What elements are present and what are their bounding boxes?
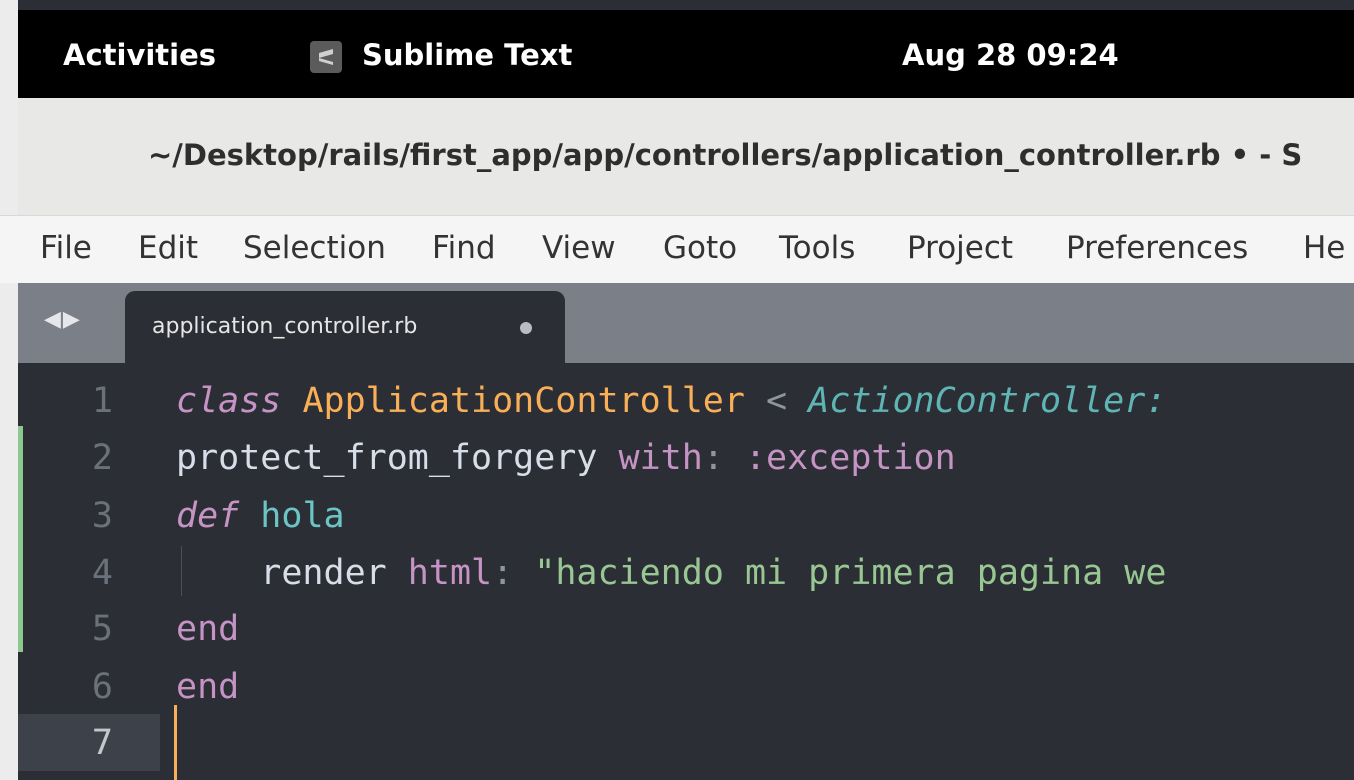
- code-line[interactable]: 5 end: [18, 601, 1354, 657]
- unsaved-dot-icon[interactable]: [520, 322, 532, 334]
- desktop-edge: [0, 0, 18, 780]
- window-title: ~/Desktop/rails/first_app/app/controller…: [148, 138, 1303, 172]
- code-token: ApplicationController: [302, 381, 745, 421]
- code-token: protect_from_forgery: [176, 438, 619, 478]
- code-token: html: [407, 553, 493, 593]
- line-number: 4: [91, 553, 113, 593]
- code-token: <: [744, 381, 809, 421]
- code-text: end: [176, 659, 239, 715]
- menu-project[interactable]: Project: [907, 230, 1013, 266]
- menu-selection[interactable]: Selection: [243, 230, 386, 266]
- app-menu-button[interactable]: Sublime Text: [310, 38, 573, 73]
- tab-label: application_controller.rb: [152, 314, 418, 339]
- line-number: 3: [91, 496, 113, 536]
- line-number: 2: [91, 438, 113, 478]
- clock[interactable]: Aug 28 09:24: [902, 38, 1119, 72]
- line-number: 7: [91, 723, 113, 763]
- line-number: 5: [91, 609, 113, 649]
- code-line[interactable]: 3 def hola: [18, 488, 1354, 544]
- code-line[interactable]: 4 render html: "haciendo mi primera pagi…: [18, 545, 1354, 601]
- menu-file[interactable]: File: [40, 230, 92, 266]
- code-token: with: [618, 438, 703, 478]
- text-cursor: [174, 705, 177, 780]
- code-token: hola: [260, 496, 345, 536]
- code-line[interactable]: 1 class ApplicationController < ActionCon…: [18, 373, 1354, 429]
- code-text: protect_from_forgery with: :exception: [176, 430, 956, 486]
- code-token: end: [176, 609, 240, 649]
- tab-nav-arrows-icon[interactable]: ◀▶: [44, 307, 82, 332]
- app-name: Sublime Text: [362, 38, 573, 72]
- tab-application-controller[interactable]: application_controller.rb: [125, 291, 565, 363]
- menu-help[interactable]: He: [1303, 230, 1345, 266]
- code-line[interactable]: 7: [18, 715, 1354, 771]
- tab-bar: ◀▶ application_controller.rb: [18, 283, 1354, 363]
- screen: Activities Sublime Text Aug 28 09:24 ~/D…: [0, 0, 1354, 780]
- code-token: :: [702, 438, 745, 478]
- code-text: def hola: [176, 488, 345, 544]
- code-text: render html: "haciendo mi primera pagina…: [176, 545, 1166, 601]
- code-token: render: [176, 553, 408, 593]
- code-editor[interactable]: 1 class ApplicationController < ActionCon…: [18, 363, 1354, 780]
- line-number: 1: [91, 381, 113, 421]
- code-token: "haciendo mi primera pagina we: [534, 553, 1167, 593]
- line-number: 6: [91, 667, 113, 707]
- code-token: :exception: [744, 438, 956, 478]
- menu-goto[interactable]: Goto: [663, 230, 737, 266]
- code-token: end: [176, 667, 240, 707]
- code-text: end: [176, 601, 239, 657]
- code-line[interactable]: 2 protect_from_forgery with: :exception: [18, 430, 1354, 486]
- sublime-text-icon: [310, 41, 342, 73]
- code-text: class ApplicationController < ActionCont…: [176, 373, 1166, 429]
- window-title-bar[interactable]: ~/Desktop/rails/first_app/app/controller…: [18, 98, 1354, 215]
- activities-button[interactable]: Activities: [63, 38, 216, 72]
- code-token: class: [176, 381, 282, 421]
- code-token: ActionController:: [808, 381, 1167, 421]
- menu-tools[interactable]: Tools: [779, 230, 855, 266]
- menu-find[interactable]: Find: [432, 230, 496, 266]
- code-line[interactable]: 6 end: [18, 659, 1354, 715]
- code-token: def: [176, 496, 240, 536]
- code-token: :: [492, 553, 535, 593]
- system-top-bar: Activities Sublime Text Aug 28 09:24: [18, 10, 1354, 98]
- menu-view[interactable]: View: [542, 230, 616, 266]
- menu-bar: File Edit Selection Find View Goto Tools…: [0, 215, 1354, 283]
- menu-edit[interactable]: Edit: [138, 230, 198, 266]
- menu-preferences[interactable]: Preferences: [1066, 230, 1248, 266]
